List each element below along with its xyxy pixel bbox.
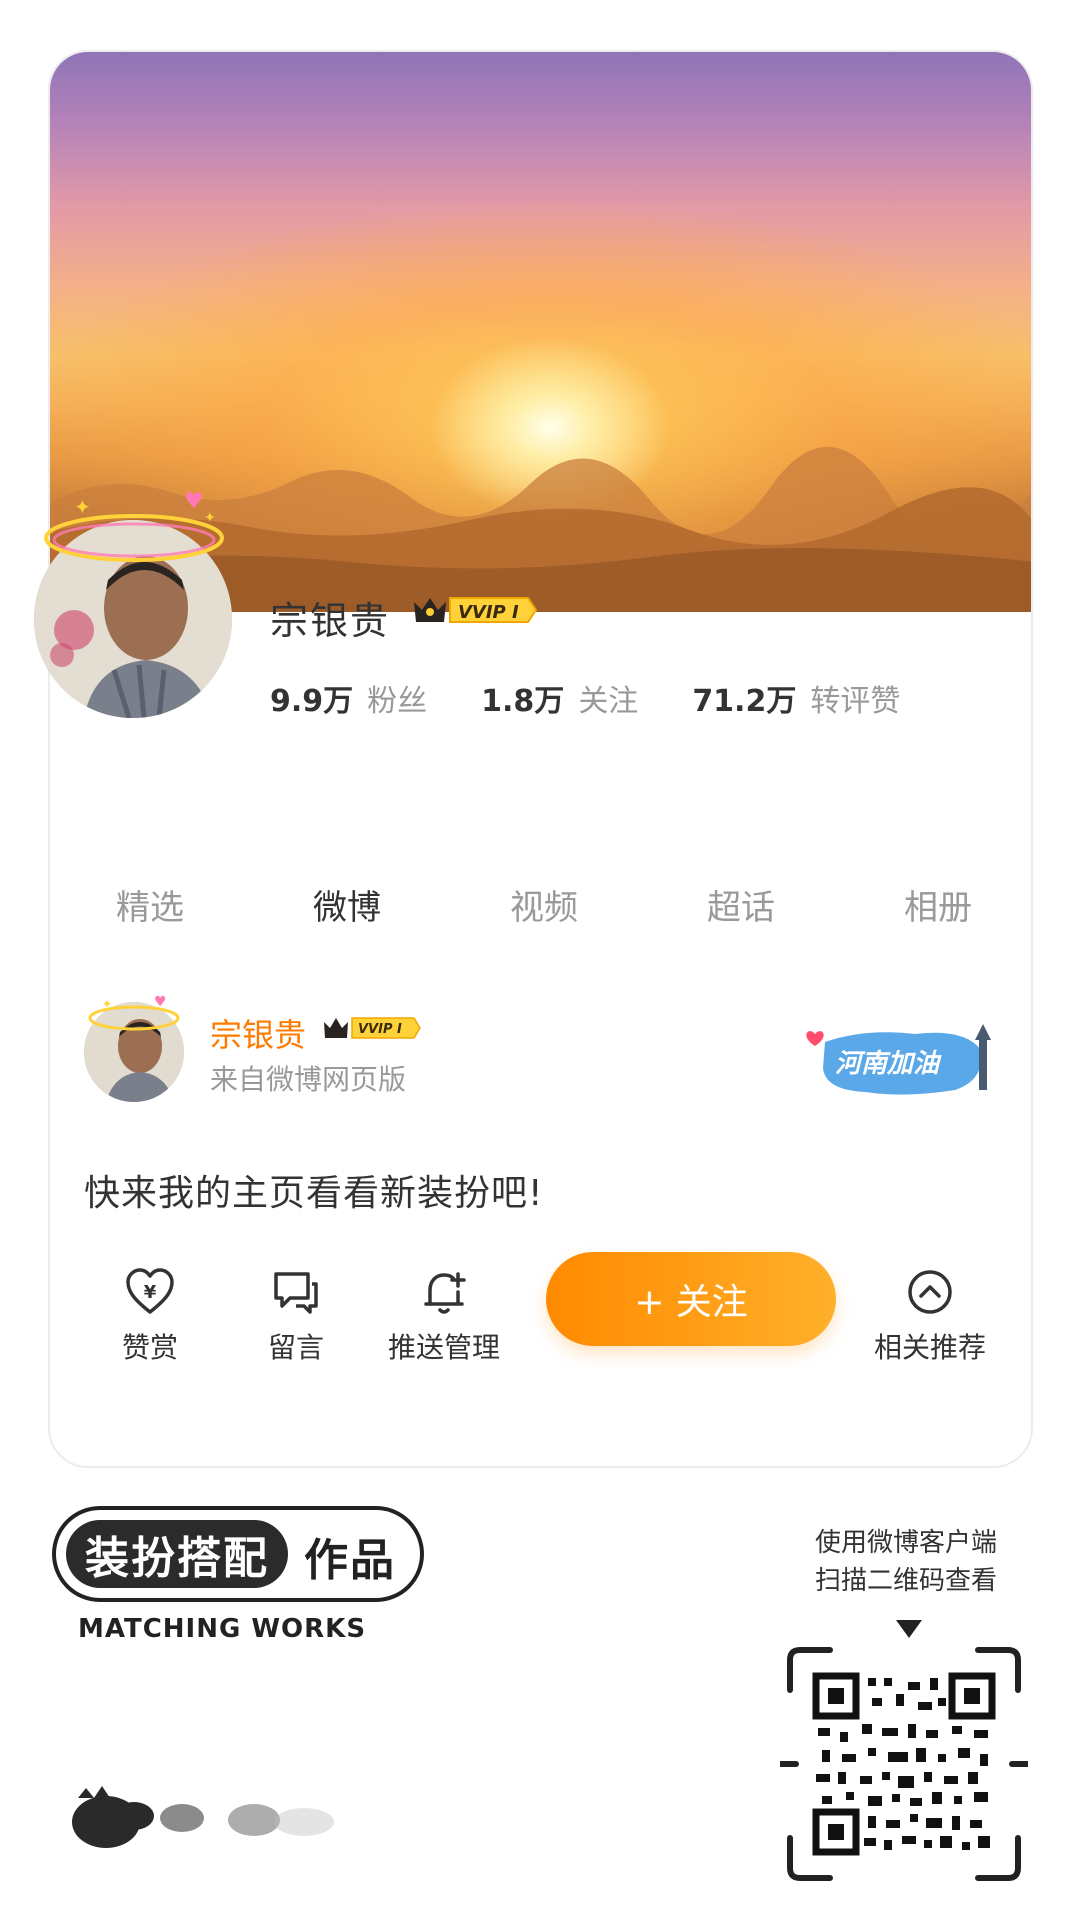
post-source: 来自微博网页版 [210, 1063, 407, 1096]
related-label: 相关推荐 [873, 1331, 986, 1364]
reward-action[interactable]: ¥ 赞赏 [80, 1266, 220, 1366]
chevron-up-circle-icon [908, 1270, 952, 1314]
profile-name: 宗银贵 [270, 599, 391, 643]
push-settings-label: 推送管理 [387, 1331, 500, 1364]
stat-interactions-label: 转评赞 [810, 684, 901, 719]
post-content: 快来我的主页看看新装扮吧! [84, 1173, 544, 1214]
svg-text:✦: ✦ [102, 997, 112, 1011]
qr-hint-line1: 使用微博客户端 [814, 1528, 997, 1558]
vip-badge-label: VVIP I [458, 602, 519, 623]
message-action[interactable]: 留言 [226, 1266, 366, 1366]
matching-works-label: MATCHING WORKS [78, 1614, 367, 1644]
reward-label: 赞赏 [121, 1331, 178, 1364]
message-label: 留言 [267, 1331, 324, 1364]
avatar-halo-decoration: ✦ ♥ ✦ [44, 489, 224, 562]
badge-main-text: 装扮搭配 [66, 1520, 288, 1588]
decorative-signature [72, 1786, 334, 1848]
message-bubble-icon [274, 1272, 318, 1314]
post-vip-badge: VVIP I [324, 1017, 421, 1039]
svg-text:¥: ¥ [144, 1282, 157, 1303]
profile-tabs: 精选 微博 视频 超话 相册 [0, 880, 1077, 940]
matching-works-badge: 装扮搭配 作品 [52, 1506, 424, 1602]
stat-following-label: 关注 [578, 684, 639, 719]
post-vip-badge-label: VVIP I [358, 1022, 402, 1037]
qr-code[interactable] [780, 1640, 1028, 1888]
vip-badge: VVIP I [414, 597, 538, 623]
stat-fans-label: 粉丝 [367, 684, 428, 719]
stat-interactions[interactable]: 71.2万 转评赞 [692, 676, 900, 720]
bell-plus-icon [424, 1272, 466, 1314]
henan-support-badge: 河南加油 [806, 1024, 991, 1095]
stat-following[interactable]: 1.8万 关注 [481, 676, 638, 720]
tab-video[interactable]: 视频 [510, 880, 578, 929]
tab-weibo[interactable]: 微博 [313, 880, 381, 929]
post-author-name[interactable]: 宗银贵 [210, 1010, 306, 1056]
tab-album[interactable]: 相册 [904, 880, 972, 929]
qr-hint-line2: 扫描二维码查看 [814, 1566, 997, 1596]
push-settings-action[interactable]: 推送管理 [374, 1266, 514, 1366]
stat-following-num: 1.8万 [481, 684, 565, 719]
badge-side-text: 作品 [304, 1535, 396, 1586]
related-action[interactable]: 相关推荐 [860, 1266, 1000, 1366]
tab-featured[interactable]: 精选 [116, 880, 184, 929]
qr-hint: 使用微博客户端 扫描二维码查看 [815, 1524, 997, 1600]
stat-interactions-num: 71.2万 [692, 684, 797, 719]
post-avatar-halo: ♥ ✦ [88, 994, 180, 1031]
profile-stats: 9.9万 粉丝 1.8万 关注 71.2万 转评赞 [270, 676, 954, 720]
stat-fans[interactable]: 9.9万 粉丝 [270, 676, 427, 720]
henan-badge-text: 河南加油 [835, 1049, 942, 1079]
qr-pointer-arrow [896, 1620, 922, 1638]
tab-super-topic[interactable]: 超话 [707, 880, 775, 929]
svg-text:✦: ✦ [74, 495, 91, 519]
reward-heart-yen-icon: ¥ [126, 1268, 174, 1314]
action-bar: ¥ 赞赏 留言 推送管理 相关推荐 [0, 1246, 1077, 1386]
svg-text:♥: ♥ [184, 489, 204, 514]
svg-text:✦: ✦ [204, 510, 216, 526]
stat-fans-num: 9.9万 [270, 684, 354, 719]
svg-text:♥: ♥ [154, 994, 167, 1010]
follow-button[interactable]: + 关注 [546, 1252, 836, 1346]
